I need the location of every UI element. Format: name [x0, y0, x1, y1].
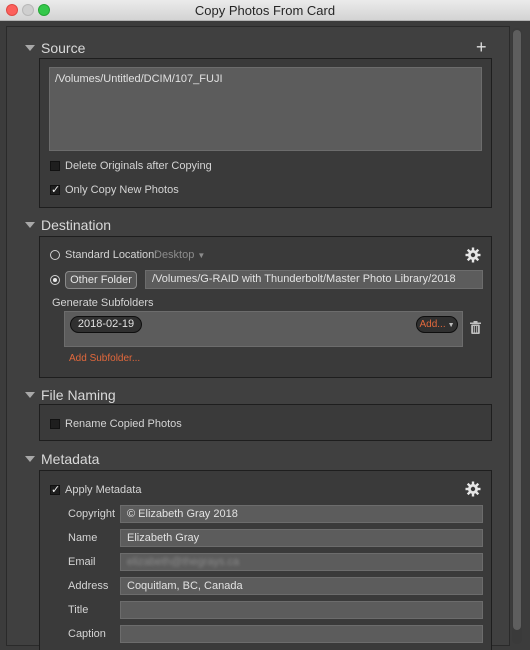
add-token-button[interactable]: Add... ▼ [416, 316, 458, 333]
delete-originals-label: Delete Originals after Copying [65, 160, 212, 172]
standard-location-value: Desktop [154, 249, 195, 261]
metadata-title: Metadata [41, 451, 100, 467]
chevron-down-icon: ▼ [445, 322, 455, 329]
title-field[interactable] [120, 601, 483, 619]
gear-icon[interactable] [465, 247, 481, 263]
other-folder-button[interactable]: Other Folder [65, 271, 137, 289]
subfolder-token-area[interactable]: 2018-02-19 Add... ▼ [64, 311, 463, 347]
destination-section-header[interactable]: Destination [25, 216, 111, 234]
source-path-box[interactable]: /Volumes/Untitled/DCIM/107_FUJI [49, 67, 482, 151]
chevron-down-icon: ▼ [197, 251, 206, 260]
destination-panel: Standard Location: Desktop ▼ Other Folde… [39, 236, 492, 378]
copyright-label: Copyright [68, 508, 116, 520]
scrollbar-thumb[interactable] [513, 30, 521, 630]
copyright-field[interactable]: © Elizabeth Gray 2018 [120, 505, 483, 523]
vertical-scrollbar[interactable] [512, 28, 522, 644]
source-panel: /Volumes/Untitled/DCIM/107_FUJI Delete O… [39, 58, 492, 208]
name-field[interactable]: Elizabeth Gray [120, 529, 483, 547]
email-label: Email [68, 556, 96, 568]
add-token-label: Add... [419, 319, 446, 330]
standard-location-dropdown[interactable]: Desktop ▼ [154, 249, 205, 261]
standard-location-radio[interactable] [50, 250, 60, 260]
title-label: Title [68, 604, 89, 616]
only-new-label: Only Copy New Photos [65, 184, 179, 196]
triangle-down-icon [25, 45, 35, 51]
generate-subfolders-label: Generate Subfolders [52, 297, 154, 309]
rename-photos-label: Rename Copied Photos [65, 418, 182, 430]
other-folder-path-field[interactable]: /Volumes/G-RAID with Thunderbolt/Master … [145, 270, 483, 289]
source-title: Source [41, 40, 86, 56]
destination-title: Destination [41, 217, 112, 233]
name-label: Name [68, 532, 98, 544]
title-bar: Copy Photos From Card [0, 0, 530, 21]
trash-icon[interactable] [470, 321, 481, 334]
caption-label: Caption [68, 628, 106, 640]
apply-metadata-checkbox[interactable]: ✓ [50, 485, 60, 496]
email-field[interactable]: elizabeth@thegrays.ca [120, 553, 483, 571]
triangle-down-icon [25, 392, 35, 398]
delete-originals-checkbox[interactable] [50, 161, 60, 171]
triangle-down-icon [25, 456, 35, 462]
caption-field[interactable] [120, 625, 483, 643]
only-new-checkbox[interactable]: ✓ [50, 185, 60, 196]
add-subfolder-link[interactable]: Add Subfolder... [69, 353, 140, 364]
window-title: Copy Photos From Card [194, 3, 336, 18]
file-naming-section-header[interactable]: File Naming [25, 386, 116, 404]
source-section-header[interactable]: Source [25, 39, 85, 57]
other-folder-radio[interactable] [50, 275, 60, 285]
file-naming-title: File Naming [41, 387, 116, 403]
source-path: /Volumes/Untitled/DCIM/107_FUJI [55, 73, 223, 85]
gear-icon[interactable] [465, 481, 481, 497]
metadata-panel: ✓ Apply Metadata Copyright © Elizabeth G… [39, 470, 492, 650]
email-value: elizabeth@thegrays.ca [127, 556, 240, 568]
file-naming-panel: Rename Copied Photos [39, 404, 492, 441]
address-label: Address [68, 580, 109, 592]
address-field[interactable]: Coquitlam, BC, Canada [120, 577, 483, 595]
triangle-down-icon [25, 222, 35, 228]
metadata-section-header[interactable]: Metadata [25, 450, 99, 468]
standard-location-label: Standard Location: [65, 249, 158, 261]
subfolder-date-token[interactable]: 2018-02-19 [70, 316, 142, 333]
add-source-icon[interactable]: + [476, 38, 487, 56]
apply-metadata-label: Apply Metadata [65, 484, 142, 496]
rename-photos-checkbox[interactable] [50, 419, 60, 429]
